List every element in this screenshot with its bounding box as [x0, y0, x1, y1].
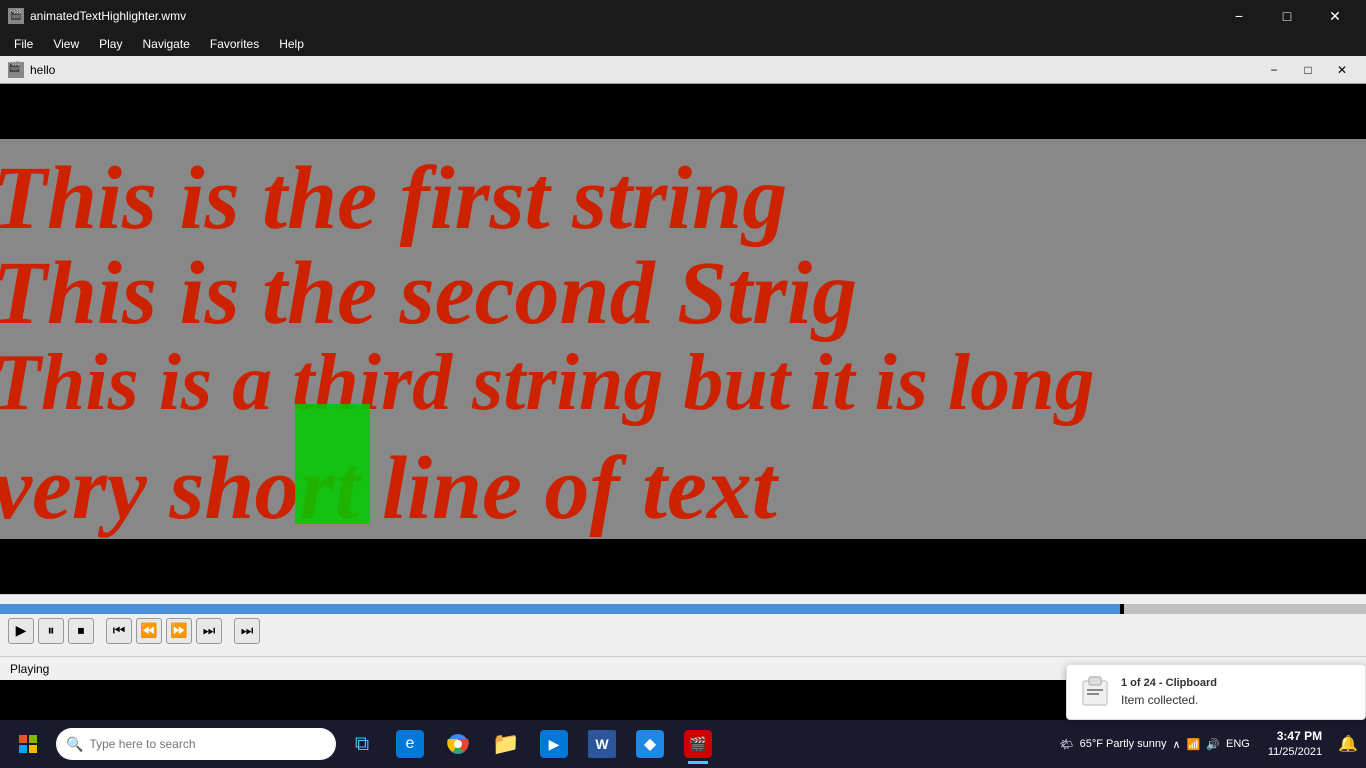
volume-icon[interactable]: 🔊	[1206, 738, 1220, 751]
stop-button[interactable]: ⏹	[68, 618, 94, 644]
green-highlight-box	[295, 404, 370, 524]
clipboard-text: 1 of 24 - Clipboard Item collected.	[1121, 675, 1217, 710]
app-icon: 🎬	[8, 8, 24, 24]
menu-bar: File View Play Navigate Favorites Help	[0, 32, 1366, 56]
progress-fill	[0, 604, 1120, 614]
inner-close-button[interactable]: ✕	[1326, 59, 1358, 81]
rewind-button[interactable]: ⏮	[106, 618, 132, 644]
chevron-up-icon[interactable]: ∧	[1173, 738, 1181, 751]
chrome-icon	[444, 730, 472, 758]
notification-button[interactable]: 🔔	[1334, 734, 1362, 754]
menu-favorites[interactable]: Favorites	[200, 32, 269, 56]
file-explorer-icon: 📁	[492, 730, 520, 758]
inner-window: 🎬 hello − □ ✕ This is the first string T…	[0, 56, 1366, 684]
taskbar: 🔍 ⧉ e 📁 ▶	[0, 720, 1366, 768]
progress-bar[interactable]	[0, 604, 1366, 614]
inner-maximize-button[interactable]: □	[1292, 59, 1324, 81]
video-text-line-3: This is a third string but it is long	[0, 339, 1095, 427]
chrome-button[interactable]	[436, 722, 480, 766]
window-controls: − □ ✕	[1216, 0, 1358, 32]
task-view-icon: ⧉	[355, 733, 369, 756]
media-app-icon: 🎬	[684, 730, 712, 758]
media-app-button[interactable]: 🎬	[676, 722, 720, 766]
inner-window-title: hello	[30, 63, 1258, 77]
file-explorer-button[interactable]: 📁	[484, 722, 528, 766]
menu-view[interactable]: View	[43, 32, 89, 56]
clock-time: 3:47 PM	[1268, 728, 1322, 745]
app8-button[interactable]: ◆	[628, 722, 672, 766]
controls-buttons: ▶ ⏸ ⏹ ⏮ ⏪ ⏩ ⏭ ⏭	[0, 614, 1366, 648]
language-text: ENG	[1226, 738, 1250, 750]
start-button[interactable]	[4, 720, 52, 768]
inner-title-bar: 🎬 hello − □ ✕	[0, 56, 1366, 84]
status-text: Playing	[10, 662, 49, 676]
inner-window-controls: − □ ✕	[1258, 59, 1358, 81]
groove-button[interactable]: ▶	[532, 722, 576, 766]
maximize-button[interactable]: □	[1264, 0, 1310, 32]
search-input[interactable]	[89, 737, 326, 751]
video-text-line-2: This is the second Strig	[0, 244, 857, 343]
task-view-button[interactable]: ⧉	[340, 722, 384, 766]
edge-button[interactable]: e	[388, 722, 432, 766]
menu-navigate[interactable]: Navigate	[132, 32, 199, 56]
inner-app-icon: 🎬	[8, 62, 24, 78]
menu-help[interactable]: Help	[269, 32, 314, 56]
pause-button[interactable]: ⏸	[38, 618, 64, 644]
clock-date: 11/25/2021	[1268, 745, 1322, 760]
menu-file[interactable]: File	[4, 32, 43, 56]
black-bar-bottom	[0, 539, 1366, 594]
chapter-button[interactable]: ⏭	[234, 618, 260, 644]
video-text-line-1: This is the first string	[0, 149, 787, 248]
weather-icon: 🌤	[1060, 738, 1074, 751]
clipboard-message: Item collected.	[1121, 691, 1217, 709]
black-bar-top	[0, 84, 1366, 139]
video-text-line-4: very short line of text	[0, 439, 777, 538]
controls-area: ▶ ⏸ ⏹ ⏮ ⏪ ⏩ ⏭ ⏭	[0, 594, 1366, 656]
video-content: This is the first string This is the sec…	[0, 139, 1366, 539]
edge-icon: e	[396, 730, 424, 758]
forward-button[interactable]: ⏩	[166, 618, 192, 644]
progress-marker	[1120, 604, 1124, 614]
rewind2-button[interactable]: ⏪	[136, 618, 162, 644]
title-bar: 🎬 animatedTextHighlighter.wmv − □ ✕	[0, 0, 1366, 32]
app8-icon: ◆	[636, 730, 664, 758]
close-button[interactable]: ✕	[1312, 0, 1358, 32]
inner-minimize-button[interactable]: −	[1258, 59, 1290, 81]
search-box[interactable]: 🔍	[56, 728, 336, 760]
clock[interactable]: 3:47 PM 11/25/2021	[1260, 728, 1330, 760]
clipboard-icon	[1079, 675, 1111, 707]
clipboard-notification: 1 of 24 - Clipboard Item collected.	[1066, 664, 1366, 721]
search-icon: 🔍	[66, 736, 83, 753]
word-icon: W	[588, 730, 616, 758]
weather-text: 65°F Partly sunny	[1080, 738, 1167, 750]
minimize-button[interactable]: −	[1216, 0, 1262, 32]
taskbar-right: 🌤 65°F Partly sunny ∧ 📶 🔊 ENG 3:47 PM 11…	[1054, 728, 1362, 760]
notification-area: 🌤 65°F Partly sunny ∧ 📶 🔊 ENG	[1054, 738, 1256, 751]
windows-logo-icon	[18, 734, 38, 754]
clipboard-title: 1 of 24 - Clipboard	[1121, 675, 1217, 692]
groove-icon: ▶	[540, 730, 568, 758]
play-button[interactable]: ▶	[8, 618, 34, 644]
window-title: animatedTextHighlighter.wmv	[30, 9, 1216, 23]
word-button[interactable]: W	[580, 722, 624, 766]
video-area: This is the first string This is the sec…	[0, 84, 1366, 594]
menu-play[interactable]: Play	[89, 32, 132, 56]
forward2-button[interactable]: ⏭	[196, 618, 222, 644]
network-icon: 📶	[1187, 738, 1201, 751]
